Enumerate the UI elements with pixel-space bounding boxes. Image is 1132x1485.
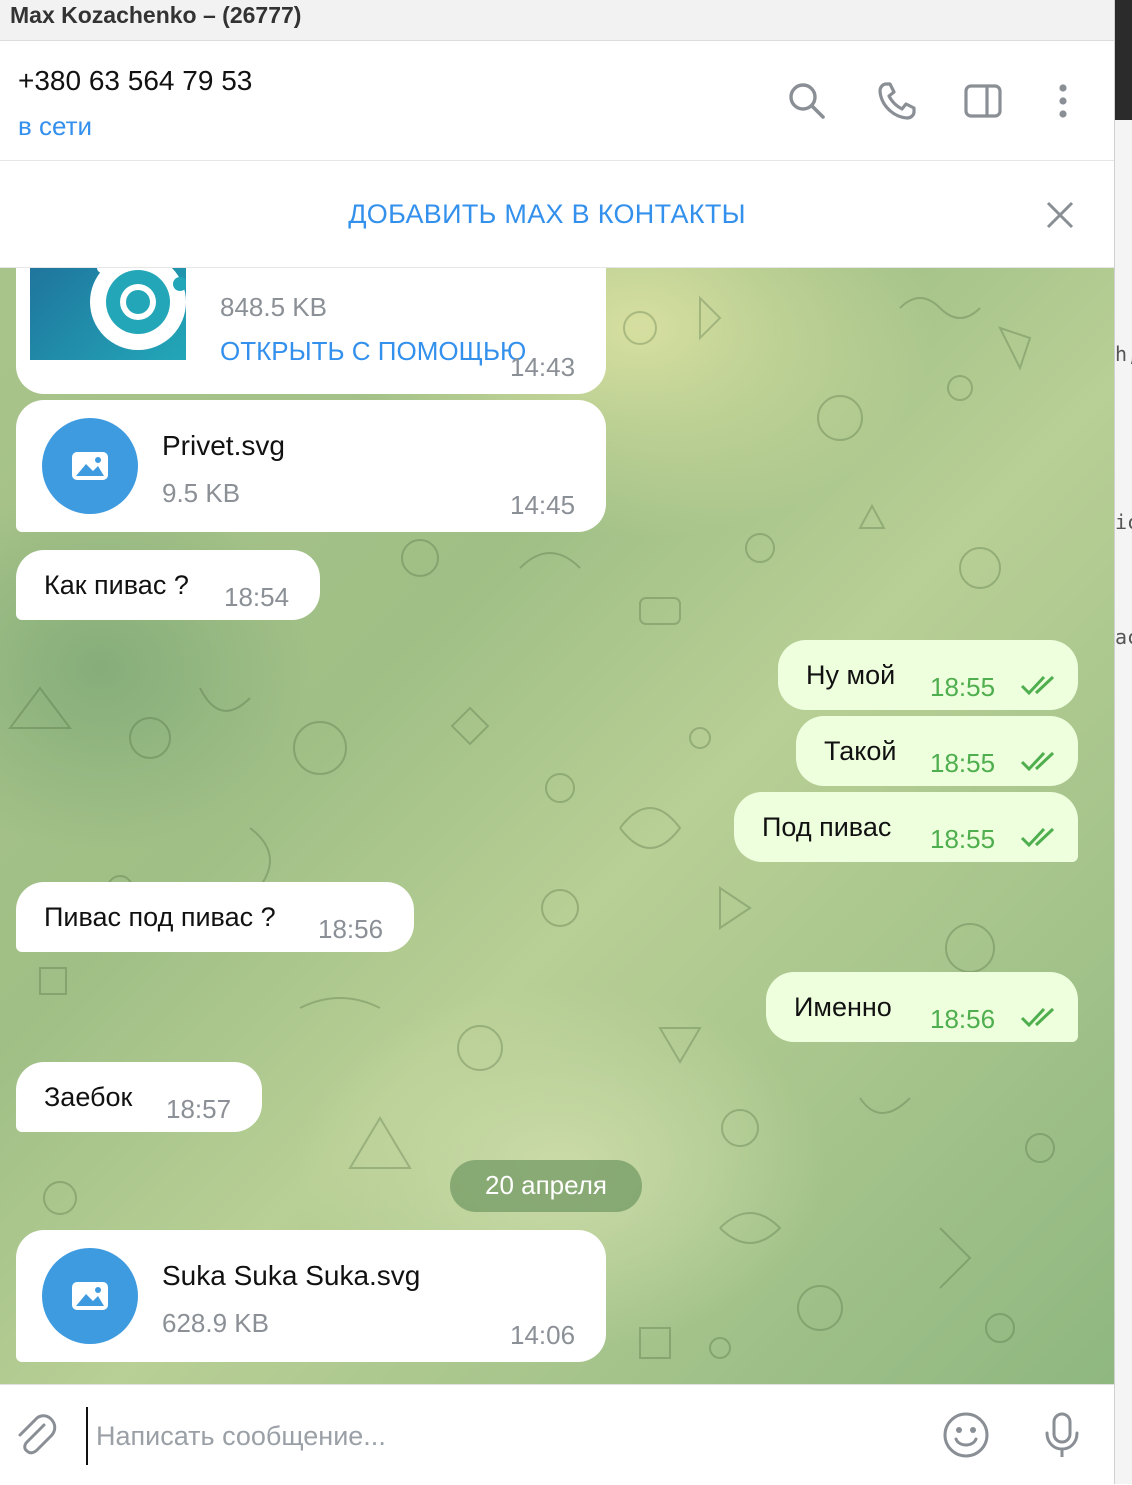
contact-status: в сети — [18, 111, 93, 141]
more-vertical-icon[interactable] — [1043, 81, 1083, 121]
read-checkmarks-icon — [1020, 827, 1055, 848]
file-type-badge[interactable] — [42, 418, 138, 514]
message-text: Как пивас ? — [44, 570, 189, 600]
message-text: Такой — [824, 736, 897, 766]
message-text: Ну мой — [806, 660, 896, 690]
outgoing-message[interactable]: Под пивас 18:55 — [734, 792, 1078, 862]
file-size: 628.9 KB — [162, 1308, 269, 1338]
message-time: 18:56 — [930, 1004, 996, 1034]
image-file-icon — [72, 452, 108, 480]
chat-header: +380 63 564 79 53 в сети — [0, 41, 1114, 161]
window-title: Max Kozachenko – (26777) — [10, 2, 302, 28]
message-time: 18:56 — [318, 914, 384, 944]
message-time: 18:55 — [930, 824, 996, 854]
message-input[interactable] — [86, 1407, 918, 1465]
image-file-icon — [72, 1282, 108, 1310]
message-time: 18:54 — [224, 582, 290, 612]
paperclip-icon[interactable] — [10, 1411, 58, 1459]
background-text-fragment: ac — [1115, 625, 1132, 649]
file-message[interactable]: Suka Suka Suka.svg 628.9 KB 14:06 — [16, 1230, 606, 1362]
background-text-fragment: ic — [1115, 510, 1132, 534]
contact-name[interactable]: +380 63 564 79 53 — [18, 65, 252, 97]
window-title-bar: Max Kozachenko – (26777) — [0, 0, 1114, 41]
message-text: Пивас под пивас ? — [44, 902, 276, 932]
chat-message-area[interactable]: 848.5 KB ОТКРЫТЬ С ПОМОЩЬЮ 14:43 Privet.… — [0, 268, 1114, 1384]
background-text-fragment: h, — [1115, 342, 1132, 366]
message-time: 18:57 — [166, 1094, 232, 1124]
add-contact-button[interactable]: ДОБАВИТЬ MAX В КОНТАКТЫ — [0, 199, 1094, 230]
incoming-message[interactable]: Как пивас ? 18:54 — [16, 550, 320, 620]
add-contact-banner: ДОБАВИТЬ MAX В КОНТАКТЫ — [0, 161, 1114, 268]
file-name: Privet.svg — [162, 430, 285, 461]
read-checkmarks-icon — [1020, 751, 1055, 772]
file-size: 9.5 KB — [162, 478, 241, 508]
incoming-message[interactable]: Заебок 18:57 — [16, 1062, 262, 1132]
message-text: Именно — [794, 992, 892, 1022]
outgoing-message[interactable]: Ну мой 18:55 — [778, 640, 1078, 710]
background-window-dark-area — [1115, 0, 1132, 120]
emoji-icon[interactable] — [942, 1411, 990, 1459]
outgoing-message[interactable]: Именно 18:56 — [766, 972, 1078, 1042]
message-text: Под пивас — [762, 812, 892, 842]
file-message[interactable]: 848.5 KB ОТКРЫТЬ С ПОМОЩЬЮ 14:43 — [16, 268, 606, 394]
message-time: 18:55 — [930, 672, 996, 702]
message-time: 18:55 — [930, 748, 996, 778]
file-name: Suka Suka Suka.svg — [162, 1260, 421, 1291]
message-time: 14:06 — [510, 1320, 576, 1350]
read-checkmarks-icon — [1020, 1007, 1055, 1028]
message-text: Заебок — [44, 1082, 133, 1112]
file-size: 848.5 KB — [220, 292, 327, 322]
file-thumbnail — [30, 268, 186, 360]
search-icon[interactable] — [787, 81, 827, 121]
file-message[interactable]: Privet.svg 9.5 KB 14:45 — [16, 400, 606, 532]
date-separator-label: 20 апреля — [485, 1170, 607, 1200]
message-composer — [0, 1384, 1114, 1485]
close-icon[interactable] — [1044, 199, 1076, 231]
background-window-edge: h, ic ac — [1114, 0, 1132, 1484]
open-with-link[interactable]: ОТКРЫТЬ С ПОМОЩЬЮ — [220, 336, 526, 367]
date-separator: 20 апреля — [450, 1160, 642, 1212]
read-checkmarks-icon — [1020, 675, 1055, 696]
sidebar-toggle-icon[interactable] — [963, 81, 1003, 121]
phone-icon[interactable] — [877, 81, 917, 121]
file-type-badge[interactable] — [42, 1248, 138, 1344]
incoming-message[interactable]: Пивас под пивас ? 18:56 — [16, 882, 414, 952]
message-time: 14:43 — [510, 352, 576, 382]
message-time: 14:45 — [510, 490, 576, 520]
microphone-icon[interactable] — [1038, 1411, 1086, 1459]
outgoing-message[interactable]: Такой 18:55 — [796, 716, 1078, 786]
